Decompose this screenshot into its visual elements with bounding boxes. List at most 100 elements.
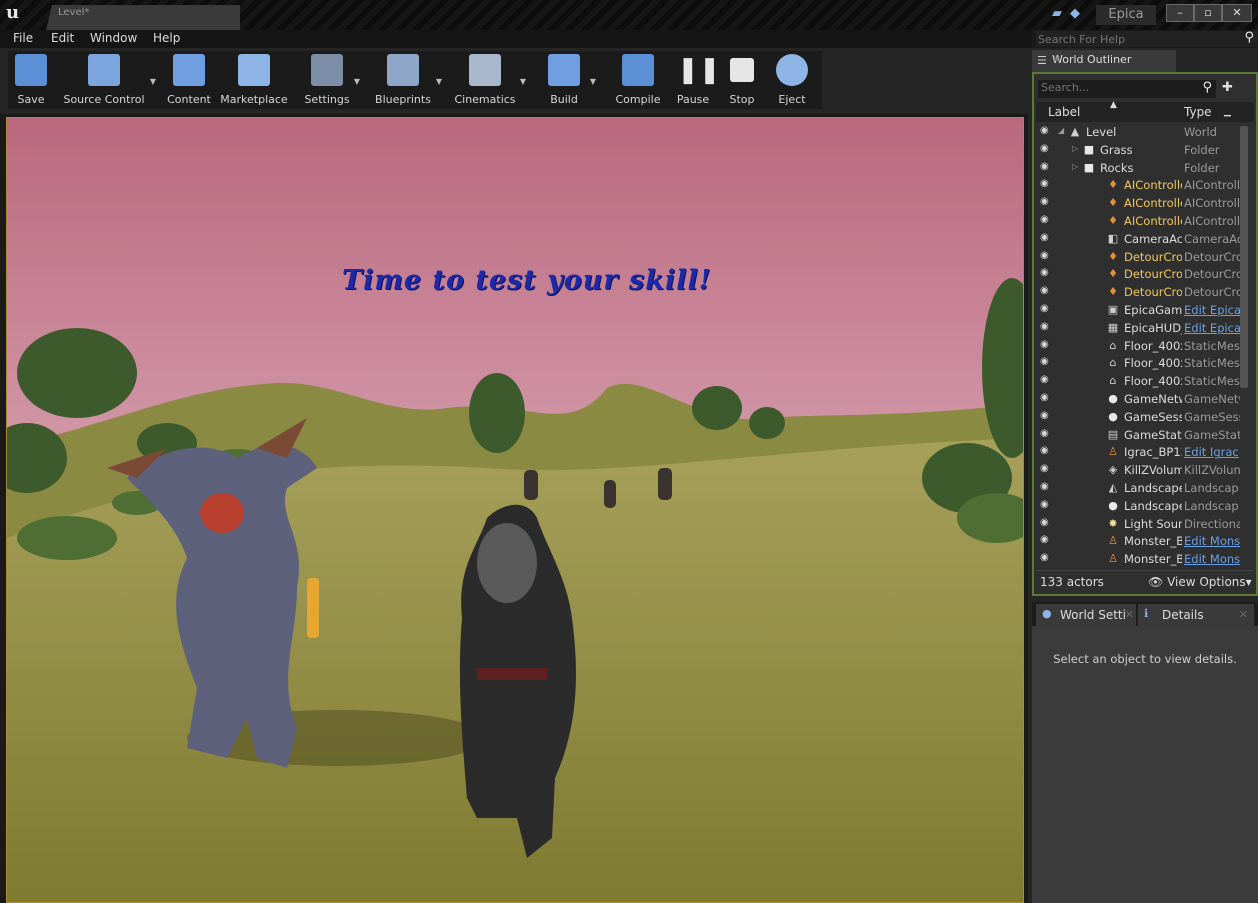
outliner-row[interactable]: ◉ ✸ Light SourceDirectiona [1036,516,1240,534]
visibility-eye-icon[interactable]: ◉ [1040,481,1049,492]
outliner-search-input[interactable] [1041,81,1191,94]
outliner-row[interactable]: ◉ ● GameSession1GameSess [1036,409,1240,427]
outliner-row[interactable]: ◉ ♙ Igrac_BP13 Edit Igrac [1036,444,1240,462]
visibility-eye-icon[interactable]: ◉ [1040,392,1049,403]
maximize-button[interactable]: ▫ [1194,4,1222,22]
add-actor-icon[interactable]: ✚ [1222,80,1233,95]
outliner-row[interactable]: ◉ ♙ Monster_BP2Edit Mons [1036,551,1240,569]
pause-button[interactable]: ❚❚ Pause [672,51,721,109]
visibility-eye-icon[interactable]: ◉ [1040,161,1049,172]
eject-button[interactable]: Eject [770,51,814,109]
build-button[interactable]: Build ▼ [534,51,596,109]
outliner-row[interactable]: ◉ ♦ DetourCrowdAIDetourCro [1036,249,1240,267]
chevron-down-icon[interactable]: ▼ [436,77,442,86]
visibility-eye-icon[interactable]: ◉ [1040,250,1049,261]
outliner-row[interactable]: ◉ ⌂ Floor_400x401StaticMes [1036,355,1240,373]
menu-help[interactable]: Help [153,31,180,45]
outliner-scrollbar[interactable] [1240,126,1248,388]
outliner-row[interactable]: ◉ ♦ DetourCrowdAIDetourCro [1036,284,1240,302]
menu-edit[interactable]: Edit [51,31,74,45]
menu-file[interactable]: File [13,31,33,45]
marketplace-button[interactable]: Marketplace [214,51,294,109]
cinematics-button[interactable]: Cinematics ▼ [446,51,526,109]
outliner-row[interactable]: ◉ ⌂ Floor_400x400StaticMes [1036,338,1240,356]
source-control-status-icon[interactable]: ◆ [1070,6,1080,21]
close-button[interactable]: ✕ [1222,4,1252,22]
outliner-row[interactable]: ◉ ♦ AIController36AIControll [1036,177,1240,195]
visibility-eye-icon[interactable]: ◉ [1040,552,1049,563]
column-type[interactable]: Type [1184,105,1212,119]
outliner-row[interactable]: ◉ ♦ AIController37AIControll [1036,195,1240,213]
outliner-row[interactable]: ◉ ▦ EpicaHUD_BP1Edit Epica [1036,320,1240,338]
save-button[interactable]: Save [8,51,54,109]
close-icon[interactable]: ✕ [1052,53,1170,66]
menu-window[interactable]: Window [90,31,137,45]
visibility-eye-icon[interactable]: ◉ [1040,321,1049,332]
help-search-box[interactable]: ⚲ [1036,30,1258,47]
outliner-row[interactable]: ◉ ◭ Landscape1Landscap [1036,480,1240,498]
help-search-input[interactable] [1038,31,1238,47]
outliner-row[interactable]: ◉ ▤ GameState12GameStat [1036,427,1240,445]
view-options-button[interactable]: 👁 View Options▾ [1148,575,1252,589]
blueprints-button[interactable]: Blueprints ▼ [366,51,442,109]
content-button[interactable]: Content [164,51,214,109]
visibility-eye-icon[interactable]: ◉ [1040,517,1049,528]
visibility-eye-icon[interactable]: ◉ [1040,196,1049,207]
chevron-down-icon[interactable]: ▼ [150,77,156,86]
outliner-row[interactable]: ◉ ♦ DetourCrowdAIDetourCro [1036,266,1240,284]
outliner-row[interactable]: ◉ ◢ ▲ Level World [1036,124,1240,142]
visibility-eye-icon[interactable]: ◉ [1040,143,1049,154]
expand-arrow-icon[interactable]: ▷ [1072,144,1078,153]
minimize-button[interactable]: – [1166,4,1194,22]
visibility-eye-icon[interactable]: ◉ [1040,534,1049,545]
edit-blueprint-link[interactable]: Edit Mons [1184,534,1240,548]
edit-blueprint-link[interactable]: Edit Epica [1184,303,1240,317]
visibility-eye-icon[interactable]: ◉ [1040,285,1049,296]
visibility-eye-icon[interactable]: ◉ [1040,374,1049,385]
stop-button[interactable]: Stop [720,51,764,109]
expand-arrow-icon[interactable]: ▷ [1072,162,1078,171]
visibility-eye-icon[interactable]: ◉ [1040,339,1049,350]
visibility-eye-icon[interactable]: ◉ [1040,125,1049,136]
outliner-row[interactable]: ◉ ◈ KillZVolumeKillZVolun [1036,462,1240,480]
visibility-eye-icon[interactable]: ◉ [1040,214,1049,225]
outliner-row[interactable]: ◉ ♦ AIController38AIControll [1036,213,1240,231]
outliner-row[interactable]: ◉ ◧ CameraActor12CameraAc [1036,231,1240,249]
visibility-eye-icon[interactable]: ◉ [1040,232,1049,243]
visibility-eye-icon[interactable]: ◉ [1040,499,1049,510]
outliner-row[interactable]: ◉ ▣ EpicaGameModEdit Epica [1036,302,1240,320]
visibility-eye-icon[interactable]: ◉ [1040,410,1049,421]
tab-level[interactable]: Level* [46,5,240,30]
settings-button[interactable]: Settings ▼ [296,51,360,109]
visibility-eye-icon[interactable]: ◉ [1040,445,1049,456]
chevron-down-icon[interactable]: ▁ [1224,107,1231,117]
edit-blueprint-link[interactable]: Edit Igrac [1184,445,1240,459]
outliner-search-box[interactable]: ⚲ [1038,80,1216,98]
close-icon[interactable]: ✕ [1239,608,1248,621]
outliner-row[interactable]: ◉ ♙ Monster_BPEdit Mons [1036,533,1240,551]
chevron-down-icon[interactable]: ▼ [590,77,596,86]
edit-blueprint-link[interactable]: Edit Mons [1184,552,1240,566]
visibility-eye-icon[interactable]: ◉ [1040,178,1049,189]
outliner-row[interactable]: ◉ ⌂ Floor_400x402StaticMes [1036,373,1240,391]
column-label[interactable]: Label [1048,105,1080,119]
visibility-eye-icon[interactable]: ◉ [1040,356,1049,367]
compile-button[interactable]: Compile [610,51,666,109]
chevron-down-icon[interactable]: ▼ [354,77,360,86]
visibility-eye-icon[interactable]: ◉ [1040,267,1049,278]
level-viewport[interactable]: Time to test your skill! [6,117,1024,903]
tab-world-settings[interactable]: ● World Settin ✕ [1036,604,1136,626]
tab-details[interactable]: ℹ Details ✕ [1138,604,1254,626]
edit-blueprint-link[interactable]: Edit Epica [1184,321,1240,335]
tab-world-outliner[interactable]: ☰ World Outliner ✕ [1032,50,1176,72]
close-icon[interactable]: ✕ [1125,608,1134,621]
expand-arrow-icon[interactable]: ◢ [1058,126,1064,135]
visibility-eye-icon[interactable]: ◉ [1040,428,1049,439]
outliner-row[interactable]: ◉ ● LandscapeGizmLandscap [1036,498,1240,516]
outliner-row[interactable]: ◉ ● GameNetworkGameNetw [1036,391,1240,409]
source-control-button[interactable]: Source Control ▼ [54,51,156,109]
outliner-row[interactable]: ◉ ▷ ■ Grass Folder [1036,142,1240,160]
chevron-down-icon[interactable]: ▼ [520,77,526,86]
chat-icon[interactable]: ▰ [1052,6,1062,21]
visibility-eye-icon[interactable]: ◉ [1040,303,1049,314]
